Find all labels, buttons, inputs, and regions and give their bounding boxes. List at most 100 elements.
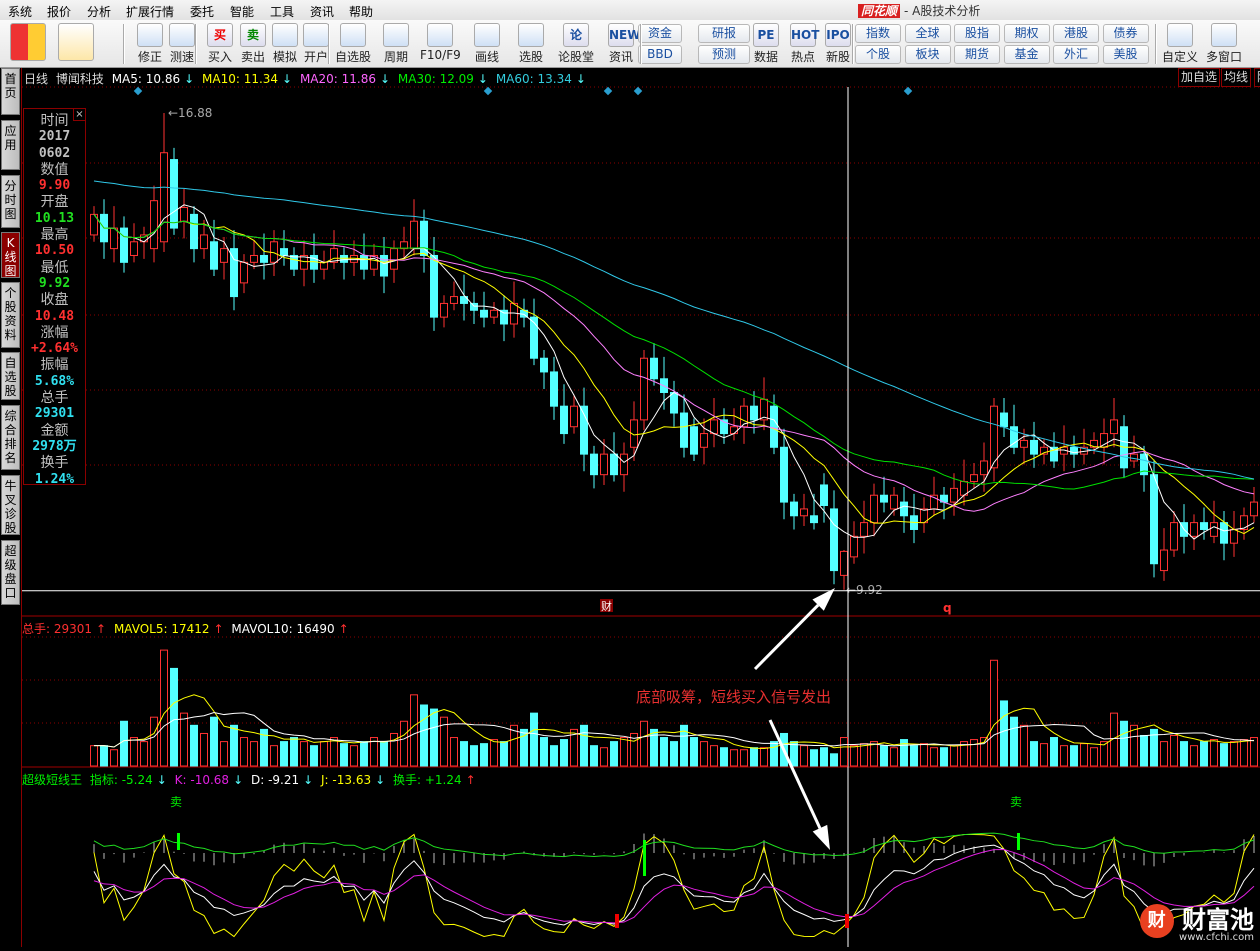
- market-button-9[interactable]: 基金: [1003, 45, 1050, 64]
- candle: [900, 501, 908, 517]
- event-diamond-icon[interactable]: [903, 86, 913, 96]
- volume-bar: [910, 745, 918, 767]
- close-icon[interactable]: ×: [73, 109, 85, 121]
- market-button-7[interactable]: 板块: [904, 45, 951, 64]
- menu-item-8[interactable]: 帮助: [349, 3, 373, 20]
- toolbar-button-16[interactable]: HOT 热点: [783, 23, 823, 65]
- event-diamond-icon[interactable]: [483, 86, 493, 96]
- volume-bar: [920, 743, 928, 767]
- toolbar-button-label: 数据: [753, 50, 778, 64]
- volume-bar: [890, 747, 898, 767]
- ma-button[interactable]: 均线: [1221, 68, 1252, 87]
- volume-bar: [350, 745, 358, 767]
- toolbar-button-18[interactable]: 自定义: [1160, 23, 1200, 65]
- side-tab-8[interactable]: 超级盘口: [1, 540, 20, 605]
- volume-bar: [1230, 741, 1238, 767]
- app-logo: 同花顺: [858, 4, 901, 18]
- side-tab-6[interactable]: 综合排名: [1, 405, 20, 470]
- volume-bar: [1000, 700, 1008, 767]
- kline-chart-area[interactable]: ←16.88 ←9.92 财 q 卖卖 日线 博闻科技 MA5: 10.86 ↓ MA10…: [21, 68, 1260, 947]
- market-button-1[interactable]: 全球: [904, 24, 951, 43]
- toolbar-button-19[interactable]: 多窗口: [1204, 23, 1244, 65]
- chart-canvas[interactable]: ←16.88 ←9.92 财 q 卖 卖: [22, 68, 1260, 947]
- toolbar-button-11[interactable]: 画线: [467, 23, 507, 65]
- toolbar-button-0[interactable]: [8, 23, 48, 61]
- info-label: 最高: [40, 227, 69, 244]
- exright-button[interactable]: 除: [1254, 68, 1260, 87]
- candle: [770, 405, 778, 448]
- menu-item-5[interactable]: 智能: [230, 3, 254, 20]
- candle: [640, 357, 648, 421]
- toolbar-button-1[interactable]: [56, 23, 96, 61]
- hot-icon: HOT: [790, 23, 819, 47]
- menu-item-2[interactable]: 分析: [87, 3, 111, 20]
- side-tab-7[interactable]: 牛叉诊股: [1, 475, 20, 535]
- event-diamond-icon[interactable]: [633, 86, 643, 96]
- toolbar-button-15[interactable]: PE 数据: [746, 23, 786, 65]
- market-button-4[interactable]: 港股: [1053, 24, 1099, 43]
- toolbar-button-10[interactable]: F10/F9: [420, 23, 461, 62]
- volume-bar: [1160, 741, 1168, 767]
- toolbar-button-12[interactable]: 选股: [511, 23, 551, 65]
- market-button-10[interactable]: 外汇: [1053, 45, 1099, 64]
- info-value: 10.13: [34, 210, 75, 226]
- market-button-6[interactable]: 个股: [855, 45, 901, 64]
- candle: [260, 254, 268, 263]
- toolbar-button-7[interactable]: 开户: [296, 23, 336, 65]
- small-button-1[interactable]: 研报: [698, 24, 750, 43]
- toolbar-button-label: 论股堂: [557, 50, 594, 64]
- candle: [870, 494, 878, 524]
- candle: [840, 550, 848, 576]
- market-button-2[interactable]: 股指: [954, 24, 1000, 43]
- volume-bar: [740, 749, 748, 767]
- menu-item-1[interactable]: 报价: [47, 3, 71, 20]
- ma10-value: MA10: 11.34: [202, 72, 279, 86]
- volume-bar: [1200, 741, 1208, 767]
- side-tab-4[interactable]: 个股资料: [1, 282, 20, 348]
- small-button-0[interactable]: 资金: [638, 24, 682, 43]
- menu-item-0[interactable]: 系统: [8, 3, 32, 20]
- info-value: 2017: [38, 129, 71, 145]
- volume-bar: [320, 741, 328, 767]
- info-label: 换手: [40, 455, 69, 472]
- small-button-2[interactable]: BBD: [638, 45, 682, 64]
- pe-icon: PE: [753, 23, 779, 47]
- info-value: 1.24%: [34, 471, 75, 487]
- down-arrow-icon: ↓: [233, 773, 244, 787]
- down-arrow-icon: ↓: [379, 72, 391, 86]
- menu-item-4[interactable]: 委托: [190, 3, 214, 20]
- market-button-8[interactable]: 期货: [954, 45, 1000, 64]
- market-button-3[interactable]: 期权: [1003, 24, 1050, 43]
- volume-bar: [930, 747, 938, 767]
- toolbar-button-13[interactable]: 论论股堂: [556, 23, 596, 65]
- mavol10-value: MAVOL10: 16490: [231, 622, 335, 636]
- toolbar-button-14[interactable]: NEWS 资讯: [601, 23, 649, 65]
- toolbar-button-9[interactable]: 周期: [376, 23, 416, 65]
- side-tab-0[interactable]: 首页: [1, 68, 20, 115]
- sell-signal-bar: [177, 833, 180, 850]
- candle: [180, 207, 188, 222]
- toolbar-button-8[interactable]: 自选股: [333, 23, 373, 65]
- market-button-0[interactable]: 指数: [855, 24, 901, 43]
- finance-marker-label: 财: [601, 599, 612, 613]
- volume-bar: [410, 694, 418, 767]
- market-button-11[interactable]: 美股: [1102, 45, 1149, 64]
- candle: [1110, 419, 1118, 435]
- candle: [340, 254, 348, 263]
- menu-item-6[interactable]: 工具: [270, 3, 294, 20]
- small-button-3[interactable]: 预测: [698, 45, 750, 64]
- menu-item-3[interactable]: 扩展行情: [126, 3, 174, 20]
- side-tab-3[interactable]: K线图: [1, 232, 20, 278]
- toolbar-button-label: 多窗口: [1205, 50, 1242, 64]
- side-tab-2[interactable]: 分时图: [1, 175, 20, 228]
- candle: [1200, 522, 1208, 530]
- event-diamond-icon[interactable]: [603, 86, 613, 96]
- side-tab-5[interactable]: 自选股: [1, 352, 20, 400]
- add-watchlist-button[interactable]: 加自选: [1178, 68, 1221, 87]
- menu-item-7[interactable]: 资讯: [310, 3, 334, 20]
- event-diamond-icon[interactable]: [133, 86, 143, 96]
- market-button-5[interactable]: 债券: [1102, 24, 1149, 43]
- price-header: 日线 博闻科技 MA5: 10.86 ↓ MA10: 11.34 ↓ MA20: 1…: [24, 70, 590, 87]
- buy-icon: 买: [207, 23, 233, 47]
- side-tab-1[interactable]: 应用: [1, 120, 20, 170]
